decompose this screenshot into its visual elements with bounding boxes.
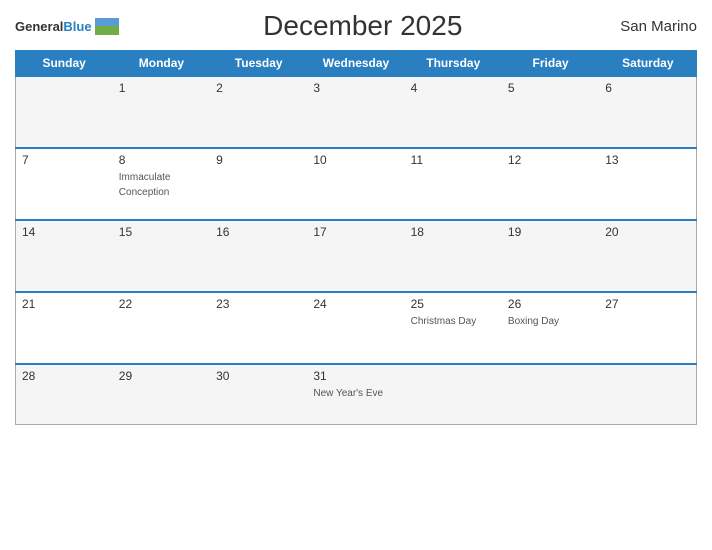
holiday-label: Christmas Day — [411, 316, 477, 327]
day-number: 20 — [605, 225, 690, 239]
calendar-cell: 18 — [405, 220, 502, 292]
week-row-0: 123456 — [16, 76, 697, 148]
day-number: 21 — [22, 297, 107, 311]
calendar-cell — [16, 76, 113, 148]
calendar-cell: 10 — [307, 148, 404, 220]
day-number: 31 — [313, 369, 398, 383]
day-number: 18 — [411, 225, 496, 239]
calendar-cell: 30 — [210, 364, 307, 424]
day-number: 17 — [313, 225, 398, 239]
calendar-cell: 29 — [113, 364, 210, 424]
calendar-cell: 22 — [113, 292, 210, 364]
holiday-label: Immaculate Conception — [119, 172, 171, 198]
day-number: 5 — [508, 81, 593, 95]
calendar-cell — [502, 364, 599, 424]
day-number: 9 — [216, 153, 301, 167]
calendar-cell: 3 — [307, 76, 404, 148]
holiday-label: Boxing Day — [508, 316, 559, 327]
calendar-cell: 9 — [210, 148, 307, 220]
header: General Blue December 2025 San Marino — [15, 10, 697, 42]
calendar-cell: 14 — [16, 220, 113, 292]
logo-blue-text: Blue — [63, 19, 91, 34]
weekday-friday: Friday — [502, 51, 599, 77]
day-number: 6 — [605, 81, 690, 95]
day-number: 10 — [313, 153, 398, 167]
calendar-cell: 7 — [16, 148, 113, 220]
day-number: 12 — [508, 153, 593, 167]
day-number: 13 — [605, 153, 690, 167]
calendar-cell: 13 — [599, 148, 696, 220]
calendar-cell: 11 — [405, 148, 502, 220]
calendar-cell: 4 — [405, 76, 502, 148]
calendar-cell: 8 Immaculate Conception — [113, 148, 210, 220]
day-number: 15 — [119, 225, 204, 239]
calendar-cell: 12 — [502, 148, 599, 220]
calendar-cell: 20 — [599, 220, 696, 292]
calendar-cell: 21 — [16, 292, 113, 364]
title-block: December 2025 — [119, 10, 607, 42]
week-row-4: 28 29 30 31 New Year's Eve — [16, 364, 697, 424]
day-number: 25 — [411, 297, 496, 311]
day-number: 1 — [119, 81, 204, 95]
calendar-header: SundayMondayTuesdayWednesdayThursdayFrid… — [16, 51, 697, 77]
day-number: 22 — [119, 297, 204, 311]
day-number: 7 — [22, 153, 107, 167]
calendar-cell: 23 — [210, 292, 307, 364]
logo-general-text: General — [15, 19, 63, 34]
day-number: 23 — [216, 297, 301, 311]
day-number: 27 — [605, 297, 690, 311]
weekday-wednesday: Wednesday — [307, 51, 404, 77]
day-number: 26 — [508, 297, 593, 311]
day-number: 16 — [216, 225, 301, 239]
week-row-3: 21 22 23 24 25 Christmas Day 26 Boxing Day 27 — [16, 292, 697, 364]
day-number: 3 — [313, 81, 398, 95]
day-number: 24 — [313, 297, 398, 311]
day-number: 19 — [508, 225, 593, 239]
calendar-cell: 2 — [210, 76, 307, 148]
day-number: 30 — [216, 369, 301, 383]
weekday-thursday: Thursday — [405, 51, 502, 77]
calendar-cell — [599, 364, 696, 424]
calendar-cell: 5 — [502, 76, 599, 148]
weekday-saturday: Saturday — [599, 51, 696, 77]
day-number: 28 — [22, 369, 107, 383]
calendar-cell: 31 New Year's Eve — [307, 364, 404, 424]
calendar-cell: 24 — [307, 292, 404, 364]
calendar-cell: 27 — [599, 292, 696, 364]
week-row-1: 78 Immaculate Conception 9 10 11 12 13 — [16, 148, 697, 220]
calendar-cell: 17 — [307, 220, 404, 292]
logo: General Blue — [15, 18, 119, 35]
weekday-tuesday: Tuesday — [210, 51, 307, 77]
country-label: San Marino — [607, 18, 697, 35]
holiday-label: New Year's Eve — [313, 388, 383, 399]
calendar-cell: 28 — [16, 364, 113, 424]
calendar-cell: 16 — [210, 220, 307, 292]
day-number: 2 — [216, 81, 301, 95]
weekday-monday: Monday — [113, 51, 210, 77]
calendar-cell — [405, 364, 502, 424]
logo-flag-icon — [95, 18, 119, 35]
day-number: 8 — [119, 153, 204, 167]
day-number: 14 — [22, 225, 107, 239]
calendar-table: SundayMondayTuesdayWednesdayThursdayFrid… — [15, 50, 697, 425]
calendar-cell: 6 — [599, 76, 696, 148]
calendar-cell: 26 Boxing Day — [502, 292, 599, 364]
calendar-cell: 15 — [113, 220, 210, 292]
week-row-2: 14 15 16 17 18 19 20 — [16, 220, 697, 292]
calendar-cell: 25 Christmas Day — [405, 292, 502, 364]
calendar-title: December 2025 — [119, 10, 607, 42]
page: General Blue December 2025 San Marino Su… — [0, 0, 712, 550]
day-number: 11 — [411, 153, 496, 167]
calendar-cell: 1 — [113, 76, 210, 148]
calendar-cell: 19 — [502, 220, 599, 292]
weekday-sunday: Sunday — [16, 51, 113, 77]
day-number: 29 — [119, 369, 204, 383]
calendar-body: 12345678Immaculate Conception91011121314… — [16, 76, 697, 424]
day-number: 4 — [411, 81, 496, 95]
weekday-header-row: SundayMondayTuesdayWednesdayThursdayFrid… — [16, 51, 697, 77]
